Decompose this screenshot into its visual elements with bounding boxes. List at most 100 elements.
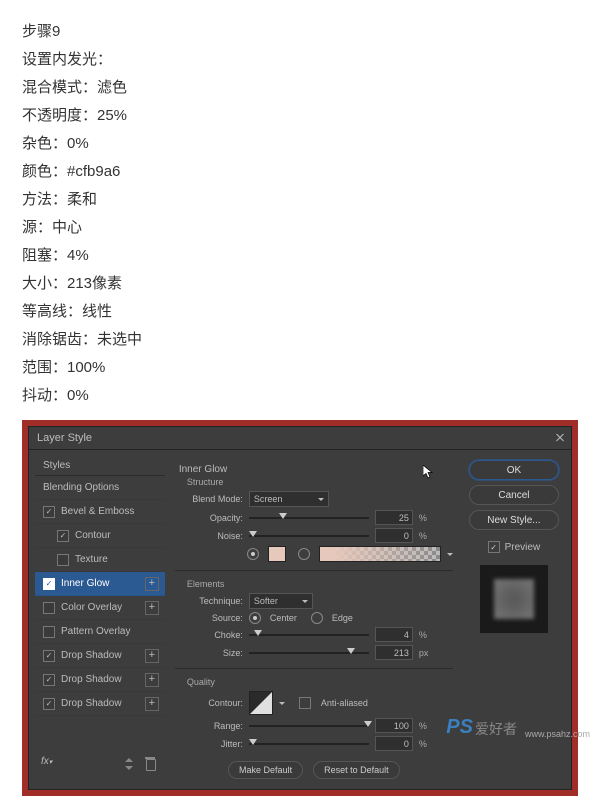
opacity-slider[interactable]	[249, 512, 369, 524]
checkbox-icon[interactable]	[57, 554, 69, 566]
style-label: Contour	[75, 530, 111, 541]
gradient-radio[interactable]	[298, 548, 310, 560]
style-texture[interactable]: Texture	[35, 548, 165, 572]
make-default-button[interactable]: Make Default	[228, 761, 303, 779]
preview-checkbox[interactable]: ✓	[488, 541, 500, 553]
dialog-title: Layer Style	[37, 432, 92, 444]
technique-label: Technique:	[183, 596, 243, 606]
quality-label: Quality	[187, 677, 453, 687]
setting-line: 消除锯齿：未选中	[22, 326, 578, 354]
inner-glow-panel: Inner Glow Structure Blend Mode: Screen …	[165, 456, 463, 783]
range-slider[interactable]	[249, 720, 369, 732]
checkbox-icon[interactable]	[43, 650, 55, 662]
opacity-label: Opacity:	[183, 513, 243, 523]
add-effect-icon[interactable]: +	[145, 649, 159, 663]
checkbox-icon[interactable]	[43, 602, 55, 614]
style-label: Drop Shadow	[61, 674, 122, 685]
glow-gradient[interactable]	[319, 546, 441, 562]
add-effect-icon[interactable]: +	[145, 601, 159, 615]
checkbox-icon[interactable]	[43, 578, 55, 590]
checkbox-icon[interactable]	[43, 698, 55, 710]
style-label: Blending Options	[43, 482, 119, 493]
opacity-value[interactable]: 25	[375, 510, 413, 525]
style-label: Drop Shadow	[61, 698, 122, 709]
screenshot-frame: Layer Style Styles Blending Options Beve…	[22, 420, 578, 796]
checkbox-icon[interactable]	[43, 506, 55, 518]
style-drop-shadow[interactable]: Drop Shadow +	[35, 668, 165, 692]
jitter-label: Jitter:	[183, 739, 243, 749]
choke-slider[interactable]	[249, 629, 369, 641]
setting-line: 抖动：0%	[22, 382, 578, 410]
checkbox-icon[interactable]	[57, 530, 69, 542]
chevron-down-icon[interactable]	[279, 702, 285, 705]
styles-list: Styles Blending Options Bevel & Emboss C…	[35, 456, 165, 783]
contour-picker[interactable]	[249, 691, 273, 715]
reset-default-button[interactable]: Reset to Default	[313, 761, 400, 779]
size-label: Size:	[183, 648, 243, 658]
setting-line: 杂色：0%	[22, 130, 578, 158]
add-effect-icon[interactable]: +	[145, 577, 159, 591]
setting-line: 大小：213像素	[22, 270, 578, 298]
setting-line: 阻塞：4%	[22, 242, 578, 270]
style-blending-options[interactable]: Blending Options	[35, 476, 165, 500]
anti-aliased-label: Anti-aliased	[321, 698, 368, 708]
style-pattern-overlay[interactable]: Pattern Overlay	[35, 620, 165, 644]
setting-line: 颜色：#cfb9a6	[22, 158, 578, 186]
jitter-value[interactable]: 0	[375, 736, 413, 751]
style-label: Drop Shadow	[61, 650, 122, 661]
style-bevel-emboss[interactable]: Bevel & Emboss	[35, 500, 165, 524]
glow-color-swatch[interactable]	[268, 546, 286, 562]
technique-select[interactable]: Softer	[249, 593, 313, 609]
source-center-label: Center	[270, 613, 297, 623]
setting-line: 范围：100%	[22, 354, 578, 382]
style-drop-shadow[interactable]: Drop Shadow +	[35, 692, 165, 716]
reorder-icon[interactable]	[121, 756, 137, 772]
cancel-button[interactable]: Cancel	[469, 485, 559, 505]
source-edge-radio[interactable]	[311, 612, 323, 624]
add-effect-icon[interactable]: +	[145, 697, 159, 711]
styles-header: Styles	[35, 456, 165, 476]
range-label: Range:	[183, 721, 243, 731]
anti-aliased-checkbox[interactable]	[299, 697, 311, 709]
elements-label: Elements	[187, 579, 453, 589]
jitter-slider[interactable]	[249, 738, 369, 750]
add-effect-icon[interactable]: +	[145, 673, 159, 687]
setting-line: 不透明度：25%	[22, 102, 578, 130]
structure-label: Structure	[187, 477, 453, 487]
style-drop-shadow[interactable]: Drop Shadow +	[35, 644, 165, 668]
style-label: Pattern Overlay	[61, 626, 130, 637]
noise-value[interactable]: 0	[375, 528, 413, 543]
panel-title: Inner Glow	[179, 464, 453, 475]
style-label: Texture	[75, 554, 108, 565]
style-contour[interactable]: Contour	[35, 524, 165, 548]
chevron-down-icon[interactable]	[447, 553, 453, 556]
blend-mode-label: Blend Mode:	[183, 494, 243, 504]
dialog-titlebar: Layer Style	[29, 427, 571, 450]
style-inner-glow[interactable]: Inner Glow +	[35, 572, 165, 596]
preview-thumbnail	[480, 565, 548, 633]
size-slider[interactable]	[249, 647, 369, 659]
size-value[interactable]: 213	[375, 645, 413, 660]
trash-icon[interactable]	[143, 756, 159, 772]
source-center-radio[interactable]	[249, 612, 261, 624]
choke-value[interactable]: 4	[375, 627, 413, 642]
close-icon[interactable]	[555, 433, 565, 443]
ok-button[interactable]: OK	[469, 460, 559, 480]
noise-slider[interactable]	[249, 530, 369, 542]
color-radio[interactable]	[247, 548, 259, 560]
style-color-overlay[interactable]: Color Overlay +	[35, 596, 165, 620]
section-title: 设置内发光：	[22, 46, 578, 74]
new-style-button[interactable]: New Style...	[469, 510, 559, 530]
checkbox-icon[interactable]	[43, 674, 55, 686]
mouse-cursor-icon	[423, 465, 433, 479]
chevron-down-icon	[318, 498, 324, 501]
watermark: PS 爱好者 www.psahz.com	[446, 716, 590, 739]
step-number: 步骤9	[22, 18, 578, 46]
blend-mode-select[interactable]: Screen	[249, 491, 329, 507]
range-value[interactable]: 100	[375, 718, 413, 733]
source-label: Source:	[183, 613, 243, 623]
fx-icon[interactable]: fx▾	[41, 756, 57, 772]
contour-label: Contour:	[183, 698, 243, 708]
noise-label: Noise:	[183, 531, 243, 541]
checkbox-icon[interactable]	[43, 626, 55, 638]
